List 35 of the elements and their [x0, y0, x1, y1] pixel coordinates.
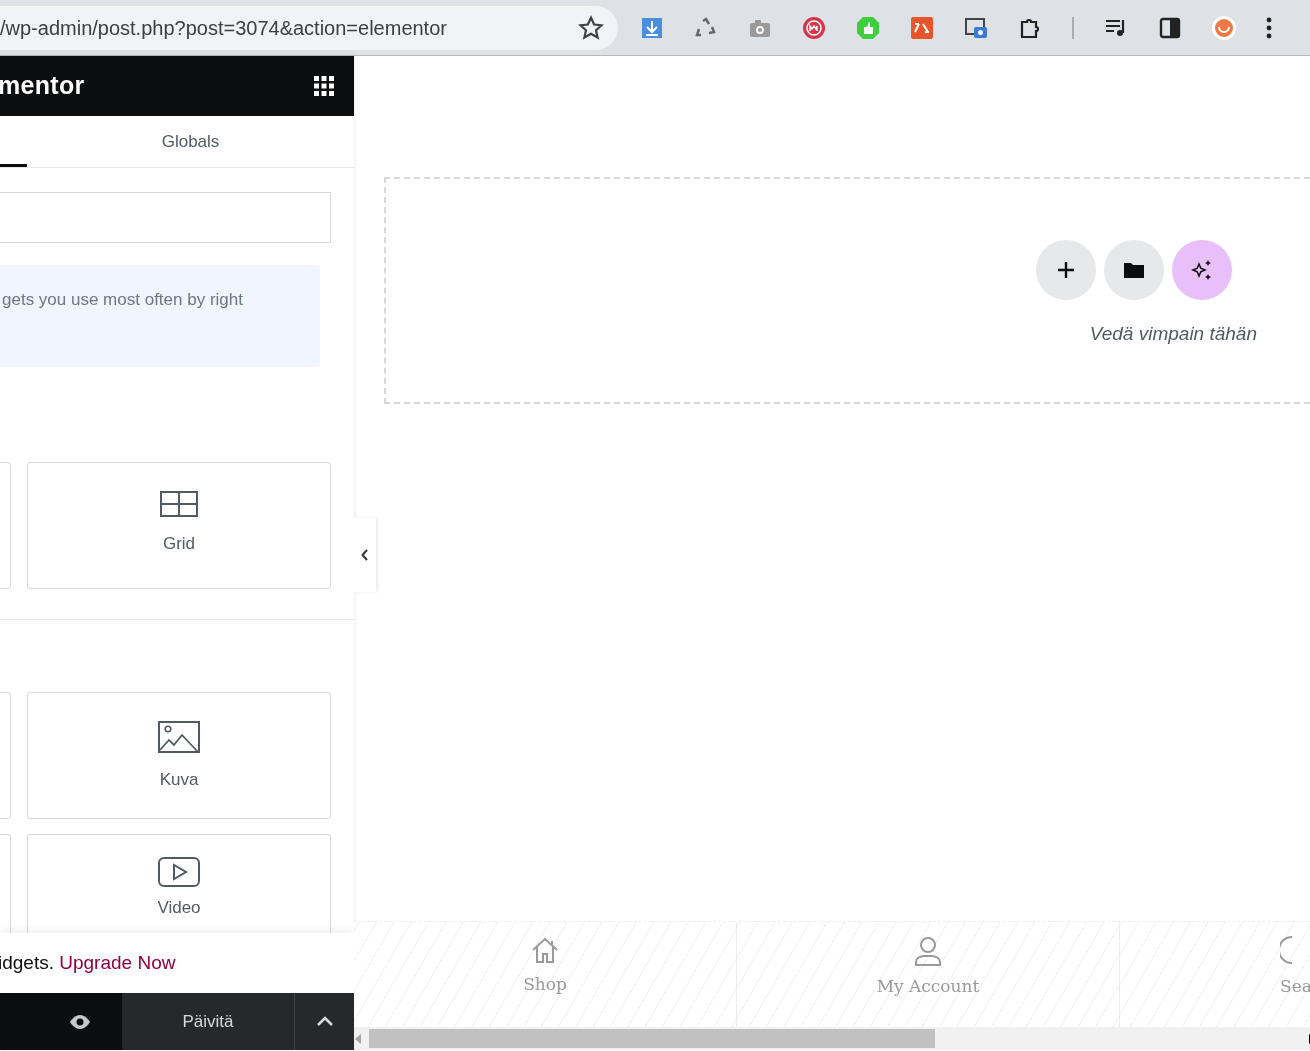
- star-icon[interactable]: [578, 14, 604, 41]
- drop-hint: Vedä vimpain tähän: [1089, 322, 1257, 346]
- grid-icon: [160, 491, 198, 517]
- user-icon: [914, 936, 942, 966]
- chevron-left-icon: [361, 549, 369, 561]
- ai-button[interactable]: [1172, 240, 1232, 300]
- info-text: gets you use most often by right: [0, 265, 320, 367]
- chevron-up-icon: [315, 1016, 334, 1027]
- widget-card[interactable]: Kuva: [27, 692, 331, 819]
- apps-grid-icon[interactable]: [314, 76, 334, 96]
- update-button[interactable]: Päivitä: [122, 993, 294, 1050]
- scrollbar-thumb[interactable]: [369, 1029, 935, 1048]
- avatar-icon[interactable]: [1212, 15, 1236, 40]
- widget-card[interactable]: Grid: [27, 462, 331, 589]
- download-icon[interactable]: [640, 15, 664, 40]
- collapse-handle[interactable]: [354, 518, 376, 592]
- circle-m-icon[interactable]: [802, 15, 826, 40]
- search-field[interactable]: [0, 192, 331, 243]
- image-icon: [158, 721, 200, 753]
- panel-tab[interactable]: Globals: [27, 116, 354, 167]
- code-icon[interactable]: [910, 15, 934, 40]
- upgrade-link[interactable]: Upgrade Now: [59, 948, 176, 978]
- thumb-up-icon[interactable]: [856, 15, 880, 40]
- home-icon: [530, 936, 560, 964]
- upgrade-text: idgets.: [0, 950, 54, 975]
- plus-icon: [1057, 261, 1075, 279]
- eye-icon: [68, 1013, 92, 1030]
- video-icon: [158, 857, 200, 887]
- expand-button[interactable]: [294, 993, 354, 1050]
- screenshot-icon[interactable]: [964, 15, 988, 40]
- menu-icon[interactable]: [1266, 15, 1272, 40]
- folder-icon: [1123, 261, 1145, 279]
- logo-text: mentor: [0, 70, 85, 102]
- search-icon: [1280, 936, 1292, 966]
- sidebar-icon[interactable]: [1158, 15, 1182, 40]
